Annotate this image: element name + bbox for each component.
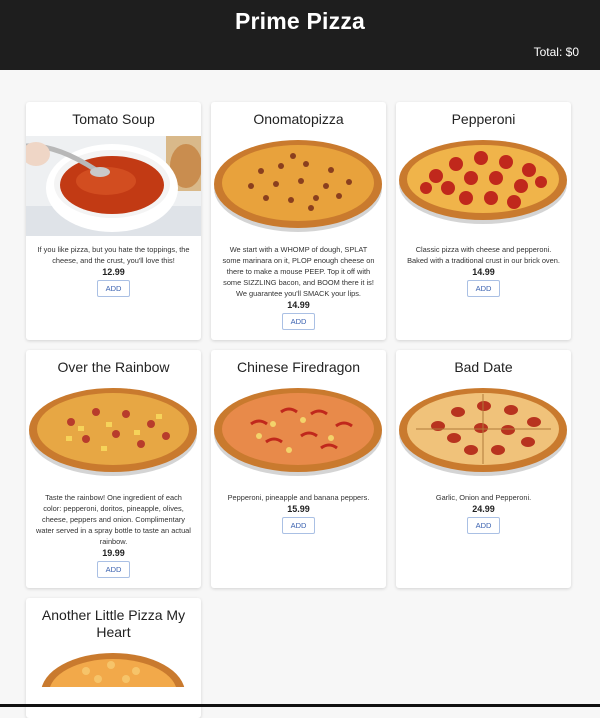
sausage-pizza-image (211, 136, 386, 236)
product-name: Chinese Firedragon (237, 359, 360, 375)
add-button[interactable]: ADD (282, 517, 315, 534)
pepperoni-pizza-image (396, 136, 571, 236)
product-grid: Tomato Soup If you like pizza, but you h… (26, 102, 571, 718)
rainbow-pizza-image (26, 384, 201, 484)
cheese-pizza-image (26, 647, 201, 687)
product-name: Over the Rainbow (57, 359, 170, 375)
product-name: Another Little Pizza My Heart (41, 607, 186, 640)
product-card: Tomato Soup If you like pizza, but you h… (26, 102, 201, 340)
product-price: 24.99 (472, 504, 495, 514)
product-card: Another Little Pizza My Heart (26, 598, 201, 718)
add-button[interactable]: ADD (467, 280, 500, 297)
app-title: Prime Pizza (234, 8, 366, 34)
add-button[interactable]: ADD (97, 280, 130, 297)
product-name: Pepperoni (451, 111, 516, 127)
firedragon-pizza-image (211, 384, 386, 484)
product-name: Onomatopizza (253, 111, 344, 127)
add-button[interactable]: ADD (467, 517, 500, 534)
product-price: 19.99 (102, 548, 125, 558)
product-description: Garlic, Onion and Pepperoni. (435, 493, 532, 502)
product-card: Bad Date Garlic, Onion and Pepperoni. 24… (396, 350, 571, 588)
product-price: 14.99 (287, 300, 310, 310)
tomato-soup-image (26, 136, 201, 236)
add-button[interactable]: ADD (282, 313, 315, 330)
product-name: Bad Date (454, 359, 513, 375)
product-description: Taste the rainbow! One ingredient of eac… (36, 493, 191, 546)
product-description: Pepperoni, pineapple and banana peppers. (227, 493, 370, 502)
product-price: 14.99 (472, 267, 495, 277)
product-price: 12.99 (102, 267, 125, 277)
product-card: Over the Rainbow Taste the rainbow! One … (26, 350, 201, 588)
product-description: Classic pizza with cheese and pepperoni.… (407, 245, 560, 265)
product-description: If you like pizza, but you hate the topp… (37, 245, 190, 265)
add-button[interactable]: ADD (97, 561, 130, 578)
product-price: 15.99 (287, 504, 310, 514)
product-card: Pepperoni Classic pizza with cheese and … (396, 102, 571, 340)
product-name: Tomato Soup (72, 111, 155, 127)
bad-date-pizza-image (396, 384, 571, 484)
product-card: Chinese Firedragon Pepperoni, pineapple … (211, 350, 386, 588)
cart-total: Total: $0 (533, 45, 579, 59)
product-description: We start with a WHOMP of dough, SPLAT so… (222, 245, 375, 298)
product-card: Onomatopizza We start with a WHOMP of do… (211, 102, 386, 340)
app-header: Prime Pizza Total: $0 (0, 0, 600, 70)
